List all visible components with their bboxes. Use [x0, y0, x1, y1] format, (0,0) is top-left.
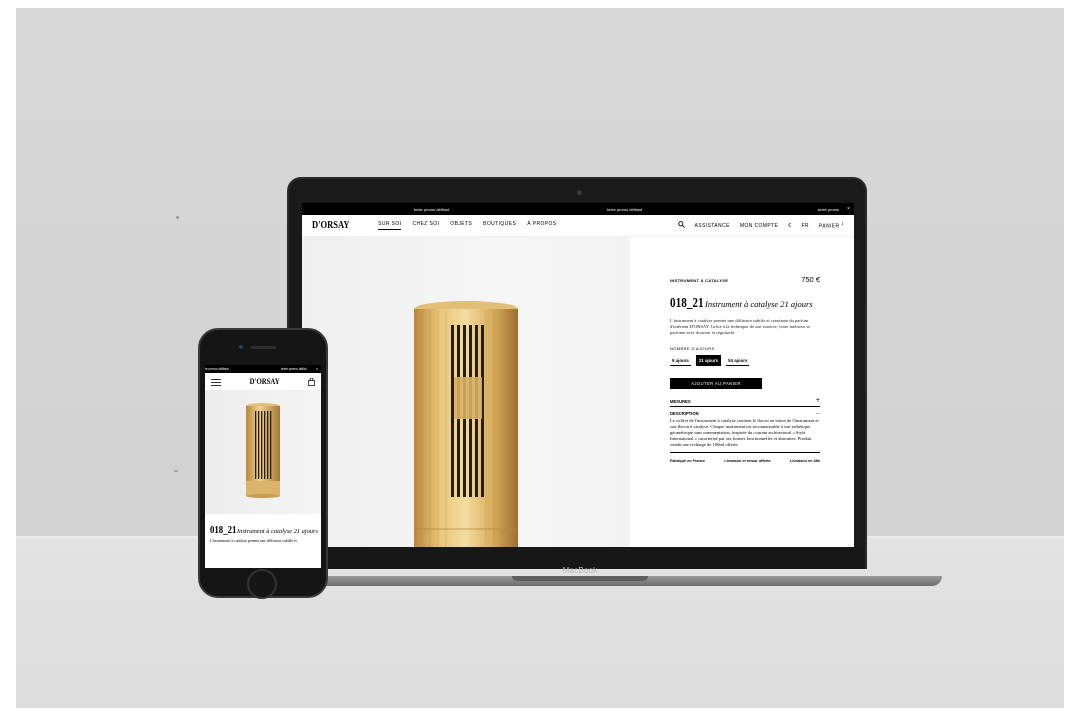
- promo-text: texte promo défilant: [414, 207, 450, 212]
- nav-account[interactable]: MON COMPTE: [740, 223, 778, 229]
- nav-item-chez-soi[interactable]: CHEZ SOI: [412, 221, 439, 230]
- laptop-notch: [512, 576, 648, 581]
- mobile-nav: D'ORSAY: [205, 373, 321, 391]
- promo-text: texte promo défilant: [607, 207, 643, 212]
- diffuser-illustration: [246, 403, 280, 498]
- phone-screen: te promo défilant texte promo défila × D…: [205, 365, 321, 568]
- nav-item-sur-soi[interactable]: SUR SOI: [378, 221, 402, 230]
- promo-bar: texte promo défilant texte promo défilan…: [302, 203, 854, 215]
- mobile-product-description: L'instrument à catalyse permet une diffu…: [210, 538, 297, 543]
- product-kicker: INSTRUMENT À CATALYSE: [670, 278, 729, 283]
- phone-camera: [239, 345, 243, 349]
- product-description: L'instrument à catalyse permet une diffu…: [670, 318, 811, 335]
- accordion-description-label: DESCRIPTION: [670, 411, 699, 416]
- reassurance-item: Livraison et retour offerts: [724, 459, 771, 463]
- minus-icon: —: [815, 411, 820, 416]
- wall-dot: [174, 470, 178, 472]
- accordion-measures-label: MESURES: [670, 399, 691, 404]
- accordion-body-wrap: Le coffret de l'instrument à catalyse co…: [670, 418, 820, 453]
- product-title: 018_21 Instrument à catalyse 21 ajours: [670, 296, 820, 312]
- promo-text: texte promo: [818, 207, 840, 212]
- promo-text: texte promo défila: [281, 367, 307, 371]
- close-icon[interactable]: ×: [847, 206, 850, 212]
- reassurance-item: Livraison en 48h: [790, 459, 820, 463]
- nav-assistance[interactable]: ASSISTANCE: [695, 223, 730, 229]
- product-price: 750 €: [801, 275, 820, 284]
- product-code: 018_21: [670, 296, 704, 311]
- nav-item-objets[interactable]: OBJETS: [450, 221, 472, 230]
- laptop-screen: texte promo défilant texte promo défilan…: [302, 203, 854, 547]
- phone-home-button: [247, 569, 277, 599]
- product-header: INSTRUMENT À CATALYSE 750 €: [670, 275, 820, 284]
- mobile-promo-bar: te promo défilant texte promo défila ×: [205, 365, 321, 373]
- product-name: Instrument à catalyse 21 ajours: [705, 299, 813, 309]
- option-54-ajours[interactable]: 54 ajours: [726, 355, 750, 366]
- nav-cart[interactable]: PANIER 1: [819, 221, 844, 230]
- phone-speaker: [250, 346, 276, 349]
- close-icon[interactable]: ×: [316, 366, 318, 371]
- accordion-description[interactable]: DESCRIPTION —: [670, 411, 820, 416]
- days-label: NOMBRE D'AJOURS: [670, 346, 715, 351]
- mobile-product-name: Instrument à catalyse 21 ajours: [237, 528, 318, 535]
- search-icon[interactable]: [677, 221, 685, 230]
- bag-icon[interactable]: [308, 373, 315, 391]
- main-nav: D'ORSAY SUR SOI CHEZ SOI OBJETS BOUTIQUE…: [302, 215, 854, 237]
- wall-dot: [176, 216, 179, 219]
- laptop-camera: [577, 190, 582, 195]
- nav-left: SUR SOI CHEZ SOI OBJETS BOUTIQUES À PROP…: [378, 221, 556, 230]
- nav-right: ASSISTANCE MON COMPTE € FR PANIER 1: [677, 221, 845, 230]
- macbook-label: MacBook: [562, 566, 598, 575]
- nav-item-a-propos[interactable]: À PROPOS: [527, 221, 556, 230]
- logo[interactable]: D'ORSAY: [312, 220, 349, 231]
- mobile-product-code: 018_21: [210, 524, 237, 536]
- plus-icon: +: [815, 397, 820, 404]
- nav-item-boutiques[interactable]: BOUTIQUES: [483, 221, 516, 230]
- product-photo: [302, 237, 630, 547]
- nav-currency[interactable]: €: [788, 223, 791, 229]
- accordion-description-body: Le coffret de l'instrument à catalyse co…: [670, 418, 819, 447]
- reassurance-row: Fabriqué en France Livraison et retour o…: [670, 459, 820, 463]
- days-options: 9 ajours 21 ajours 54 ajours: [670, 355, 820, 366]
- product-content: INSTRUMENT À CATALYSE 750 € 018_21 Instr…: [302, 237, 854, 547]
- mobile-product-photo: [205, 391, 321, 514]
- nav-lang[interactable]: FR: [801, 223, 808, 229]
- reassurance-item: Fabriqué en France: [670, 459, 706, 463]
- accordion-measures[interactable]: MESURES +: [670, 397, 820, 407]
- product-panel: INSTRUMENT À CATALYSE 750 € 018_21 Instr…: [630, 237, 854, 547]
- add-to-cart-button[interactable]: AJOUTER AU PANIER: [670, 378, 762, 389]
- option-9-ajours[interactable]: 9 ajours: [670, 355, 691, 366]
- menu-icon[interactable]: [211, 373, 221, 391]
- option-21-ajours[interactable]: 21 ajours: [695, 355, 722, 366]
- cart-count: 1: [841, 221, 844, 227]
- diffuser-illustration: [414, 301, 518, 547]
- promo-text: te promo défilant: [205, 367, 229, 371]
- mobile-logo[interactable]: D'ORSAY: [250, 377, 280, 386]
- mobile-product-title: 018_21 Instrument à catalyse 21 ajours: [205, 514, 321, 536]
- cart-label: PANIER: [818, 223, 840, 230]
